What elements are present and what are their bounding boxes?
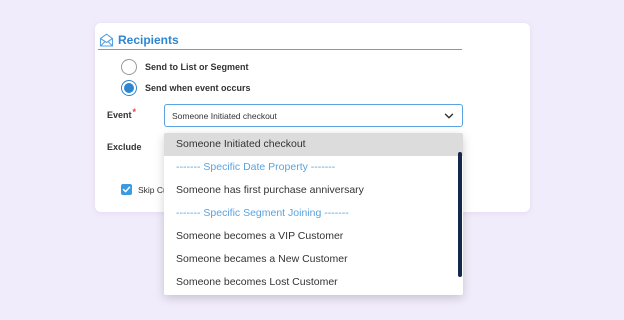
checkmark-icon	[122, 186, 131, 193]
recipients-title: Recipients	[118, 32, 179, 47]
dropdown-group-date-property: ------- Specific Date Property -------	[176, 161, 336, 173]
skip-checkbox[interactable]	[121, 184, 132, 195]
event-label: Event*	[107, 107, 137, 120]
envelope-icon	[98, 32, 114, 48]
radio-button-checked[interactable]	[121, 80, 137, 96]
radio-label: Send when event occurs	[145, 83, 251, 93]
recipients-section-header: Recipients	[98, 30, 462, 50]
event-select[interactable]: Someone Initiated checkout	[164, 104, 463, 127]
dropdown-option-vip-customer[interactable]: Someone becomes a VIP Customer	[164, 225, 463, 248]
dropdown-option-first-purchase-anniversary[interactable]: Someone has first purchase anniversary	[164, 179, 463, 202]
event-label-text: Event	[107, 110, 132, 120]
radio-label: Send to List or Segment	[145, 62, 249, 72]
exclude-label: Exclude	[107, 142, 142, 152]
event-dropdown-menu[interactable]: Someone Initiated checkout ------- Speci…	[164, 133, 463, 295]
radio-send-when-event[interactable]: Send when event occurs	[121, 80, 251, 96]
dropdown-option-lost-customer[interactable]: Someone becomes Lost Customer	[164, 271, 463, 294]
chevron-down-icon[interactable]	[443, 110, 455, 122]
dropdown-option-new-customer[interactable]: Someone becames a New Customer	[164, 248, 463, 271]
radio-send-to-list[interactable]: Send to List or Segment	[121, 59, 249, 75]
dropdown-group-segment-joining: ------- Specific Segment Joining -------	[176, 207, 349, 219]
event-select-value: Someone Initiated checkout	[172, 110, 277, 121]
dropdown-scrollbar[interactable]	[458, 152, 462, 277]
dropdown-option-initiated-checkout[interactable]: Someone Initiated checkout	[164, 133, 463, 156]
radio-button[interactable]	[121, 59, 137, 75]
required-marker: *	[132, 107, 137, 117]
